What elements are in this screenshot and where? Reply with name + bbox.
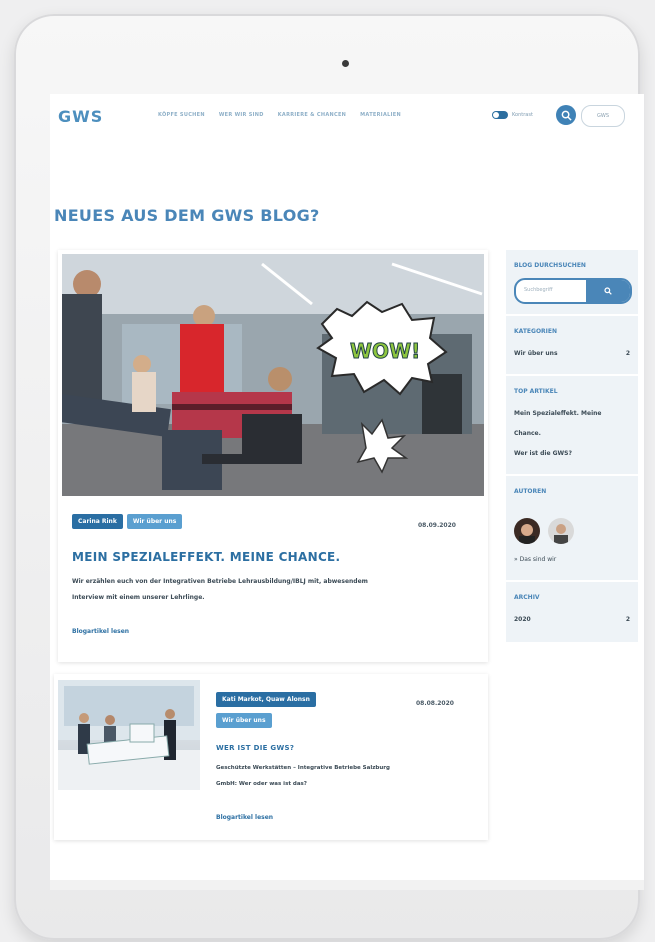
tag-category[interactable]: Wir über uns <box>126 514 183 529</box>
post-excerpt: Geschützte Werkstätten – Integrative Bet… <box>216 760 390 792</box>
top-article-link[interactable]: Wer ist die GWS? <box>514 450 572 457</box>
post-tags: Kati Markot, Quaw Alonsn Wir über uns <box>216 692 316 728</box>
authors-link[interactable]: » Das sind wir <box>514 556 556 563</box>
read-more-link[interactable]: Blogartikel lesen <box>72 628 129 635</box>
read-more-link[interactable]: Blogartikel lesen <box>216 814 273 821</box>
top-articles-heading: TOP ARTIKEL <box>514 388 558 395</box>
contrast-toggle[interactable] <box>492 111 508 119</box>
archive-year[interactable]: 2020 <box>514 616 531 623</box>
divider <box>506 374 638 376</box>
search-icon <box>604 287 612 295</box>
post-excerpt: Wir erzählen euch von der Integrativen B… <box>72 574 368 606</box>
top-article-link[interactable]: Mein Spezialeffekt. Meine <box>514 410 601 417</box>
category-count: 2 <box>625 350 630 357</box>
post-image-team[interactable] <box>58 680 200 790</box>
camera-dot <box>342 60 349 67</box>
screen: GWS KÖPFE SUCHEN WER WIR SIND KARRIERE &… <box>50 94 644 890</box>
excerpt-line: Interview mit einem unserer Lehrlinge. <box>72 594 205 601</box>
tablet-frame: GWS KÖPFE SUCHEN WER WIR SIND KARRIERE &… <box>14 14 644 940</box>
tag-category[interactable]: Wir über uns <box>216 713 272 728</box>
post-title[interactable]: WER IST DIE GWS? <box>216 744 294 752</box>
search-submit-button[interactable] <box>586 280 630 302</box>
wow-text: WOW! <box>350 339 420 363</box>
page-footer-strip <box>50 880 644 890</box>
post-title[interactable]: MEIN SPEZIALEFFEKT. MEINE CHANCE. <box>72 550 340 564</box>
blog-search-field[interactable]: Suchbegriff <box>514 278 632 304</box>
divider <box>506 314 638 316</box>
contrast-label: Kontrast <box>512 112 533 118</box>
tag-author[interactable]: Kati Markot, Quaw Alonsn <box>216 692 316 707</box>
sidebar: BLOG DURCHSUCHEN Suchbegriff KATEGORIEN … <box>506 250 638 642</box>
excerpt-line: GmbH: Wer oder was ist das? <box>216 781 307 787</box>
post-card: Kati Markot, Quaw Alonsn Wir über uns 08… <box>54 674 488 840</box>
author-avatar[interactable] <box>548 518 574 544</box>
nav-item[interactable]: KARRIERE & CHANCEN <box>278 112 346 118</box>
excerpt-line: Geschützte Werkstätten – Integrative Bet… <box>216 765 390 771</box>
tag-author[interactable]: Carina Rink <box>72 514 123 529</box>
top-article-link[interactable]: Chance. <box>514 430 541 437</box>
post-date: 08.09.2020 <box>418 522 456 529</box>
post-tags: Carina Rink Wir über uns <box>72 514 183 529</box>
archive-count: 2 <box>625 616 630 623</box>
divider <box>506 580 638 582</box>
post-image-office[interactable]: WOW! <box>62 254 484 496</box>
category-item[interactable]: Wir über uns <box>514 350 558 357</box>
post-date: 08.08.2020 <box>416 700 454 707</box>
main-nav: KÖPFE SUCHEN WER WIR SIND KARRIERE & CHA… <box>158 112 401 118</box>
gws-logo[interactable]: GWS <box>58 107 103 126</box>
search-heading: BLOG DURCHSUCHEN <box>514 262 586 269</box>
authors-heading: AUTOREN <box>514 488 547 495</box>
search-icon[interactable] <box>556 105 576 125</box>
nav-item[interactable]: WER WIR SIND <box>219 112 264 118</box>
nav-item[interactable]: KÖPFE SUCHEN <box>158 112 205 118</box>
archive-heading: ARCHIV <box>514 594 540 601</box>
author-avatar[interactable] <box>514 518 540 544</box>
gws-badge[interactable]: GWS <box>581 105 625 127</box>
excerpt-line: Wir erzählen euch von der Integrativen B… <box>72 578 368 585</box>
search-placeholder: Suchbegriff <box>524 287 553 293</box>
site-header: GWS KÖPFE SUCHEN WER WIR SIND KARRIERE &… <box>50 94 644 140</box>
nav-item[interactable]: MATERIALIEN <box>360 112 401 118</box>
post-card-featured: WOW! Carina Rink Wir über uns 08.09.2020… <box>58 250 488 662</box>
categories-heading: KATEGORIEN <box>514 328 558 335</box>
divider <box>506 474 638 476</box>
page-title: NEUES AUS DEM GWS BLOG? <box>54 206 320 225</box>
